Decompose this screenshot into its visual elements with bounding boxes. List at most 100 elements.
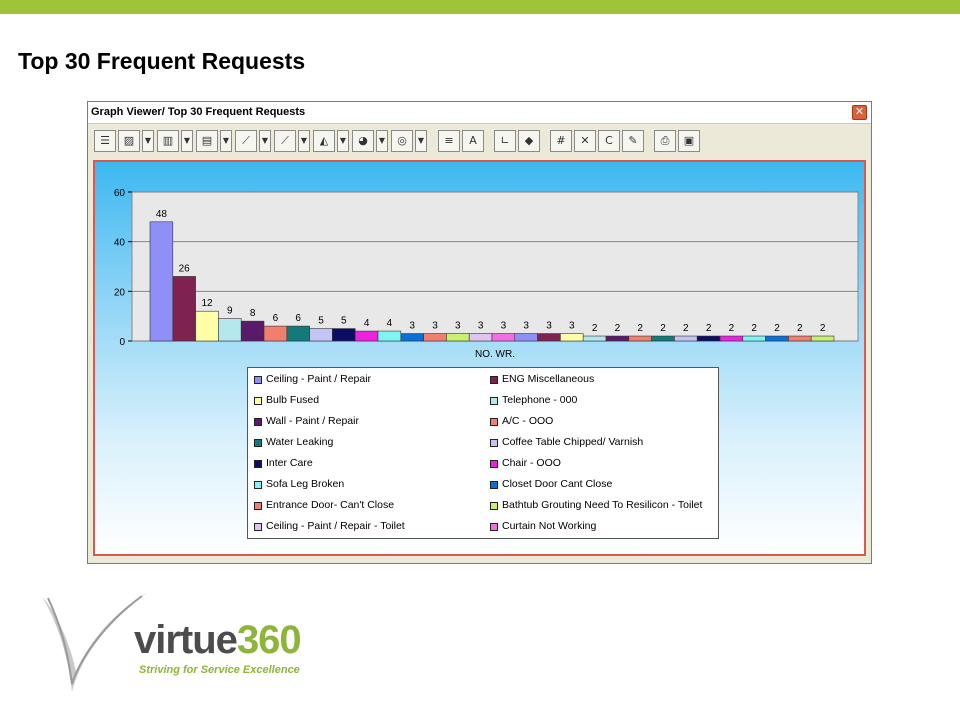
brand-name: virtue360 — [134, 618, 302, 663]
bar — [628, 335, 652, 342]
bar — [468, 333, 493, 342]
bar — [332, 328, 356, 342]
bar-value-label: 2 — [729, 323, 735, 334]
legend-swatch — [490, 439, 498, 447]
plot-frame: 0 20 40 60 48 26 12 9 8 6 6 5 5 4 4 3 3 3 3 3 3 3 3 2 2 2 2 2 2 2 2 2 2 2… — [93, 160, 866, 556]
bar — [491, 333, 516, 342]
bar — [195, 310, 219, 342]
line-chart-icon[interactable]: ⟋ — [235, 130, 257, 152]
bar-value-label: 2 — [637, 323, 643, 334]
slide-title: Top 30 Frequent Requests — [18, 48, 306, 74]
legend-label: Entrance Door- Can't Close — [266, 499, 395, 511]
legend-swatch — [490, 460, 498, 468]
legend-label: Telephone - 000 — [502, 394, 578, 406]
bar-value-label: 4 — [387, 318, 393, 329]
y-tick-label: 60 — [114, 188, 126, 199]
print-icon[interactable]: ⎙ — [654, 130, 676, 152]
legend-label: Ceiling - Paint / Repair - Toilet — [266, 520, 405, 532]
legend-swatch — [490, 397, 498, 405]
c-icon[interactable]: C — [598, 130, 620, 152]
legend-label: Wall - Paint / Repair — [266, 415, 359, 427]
chart-image-icon[interactable]: ▨ — [118, 130, 140, 152]
chevron-down-icon[interactable]: ▼ — [298, 130, 310, 152]
bar-value-label: 2 — [660, 323, 666, 334]
data-icon[interactable]: ≡ — [438, 130, 460, 152]
area-chart-icon[interactable]: ◭ — [313, 130, 335, 152]
bar — [446, 333, 470, 342]
chevron-down-icon[interactable]: ▼ — [259, 130, 271, 152]
legend-swatch — [254, 439, 262, 447]
legend-swatch — [254, 376, 262, 384]
legend-label: Inter Care — [266, 457, 313, 469]
list-icon[interactable]: ☰ — [94, 130, 116, 152]
tools-icon[interactable]: ✎ — [622, 130, 644, 152]
bar — [423, 333, 447, 342]
close-button[interactable]: ✕ — [852, 105, 867, 120]
bar-value-label: 5 — [341, 316, 347, 327]
save-icon[interactable]: ▣ — [678, 130, 700, 152]
bar-value-label: 3 — [546, 321, 552, 332]
chevron-down-icon[interactable]: ▼ — [181, 130, 193, 152]
chart-legend: Ceiling - Paint / Repair ENG Miscellaneou… — [247, 367, 719, 539]
bar-value-label: 3 — [455, 321, 461, 332]
legend-swatch — [254, 397, 262, 405]
legend-label: Chair - OOO — [502, 457, 561, 469]
chevron-down-icon[interactable]: ▼ — [142, 130, 154, 152]
bar-chart-type-icon[interactable]: ▥ — [157, 130, 179, 152]
legend-label: Bulb Fused — [266, 394, 320, 406]
legend-label: Closet Door Cant Close — [502, 478, 613, 490]
legend-label: A/C - OOO — [502, 415, 554, 427]
bar — [810, 335, 835, 342]
legend-label: Ceiling - Paint / Repair — [266, 373, 372, 385]
bar — [742, 335, 766, 342]
legend-label: Bathtub Grouting Need To Resilicon - Toi… — [502, 499, 703, 511]
legend-swatch — [490, 376, 498, 384]
legend-label: ENG Miscellaneous — [502, 373, 595, 385]
bar-value-label: 12 — [201, 298, 213, 309]
window-title: Graph Viewer/ Top 30 Frequent Requests — [91, 106, 306, 118]
values-icon[interactable]: # — [550, 130, 572, 152]
chevron-down-icon[interactable]: ▼ — [376, 130, 388, 152]
bar — [354, 330, 379, 342]
window-titlebar[interactable]: Graph Viewer/ Top 30 Frequent Requests ✕ — [88, 102, 871, 124]
legend-label: Curtain Not Working — [502, 520, 597, 532]
bar — [309, 328, 333, 342]
top-accent-bar — [0, 0, 960, 14]
donut-chart-icon[interactable]: ◎ — [391, 130, 413, 152]
multi-line-icon[interactable]: ⟋ — [274, 130, 296, 152]
legend-swatch — [490, 481, 498, 489]
close-chart-icon[interactable]: ✕ — [574, 130, 596, 152]
bar — [149, 221, 174, 342]
bar — [263, 325, 288, 342]
bar-value-label: 26 — [179, 263, 191, 274]
bar — [172, 276, 196, 342]
bar-value-label: 6 — [273, 313, 279, 324]
legend-swatch — [254, 523, 262, 531]
bar-value-label: 2 — [615, 323, 621, 334]
bar-value-label: 3 — [501, 321, 507, 332]
bar-value-label: 2 — [751, 323, 757, 334]
legend-label: Water Leaking — [266, 436, 334, 448]
x-axis-label: NO. WR. — [475, 349, 515, 360]
chart-toolbar: ☰ ▨ ▼ ▥ ▼ ▤ ▼ ⟋ ▼ ⟋ ▼ ◭ ▼ ◕ ▼ ◎ ▼ ≡ A ∟ ◆ # ✕ C ✎ ⎙ ▣ — [94, 130, 864, 154]
bar-value-label: 48 — [156, 209, 168, 220]
bar — [218, 318, 242, 342]
legend-swatch — [254, 460, 262, 468]
bar — [537, 333, 561, 342]
pie-chart-icon[interactable]: ◕ — [352, 130, 374, 152]
chevron-down-icon[interactable]: ▼ — [220, 130, 232, 152]
y-tick-label: 20 — [114, 287, 126, 298]
bar — [651, 335, 675, 342]
axis-icon[interactable]: ∟ — [494, 130, 516, 152]
legend-swatch — [490, 502, 498, 510]
chevron-down-icon[interactable]: ▼ — [337, 130, 349, 152]
stacked-bar-icon[interactable]: ▤ — [196, 130, 218, 152]
abc-icon[interactable]: A — [462, 130, 484, 152]
y-tick-label: 40 — [114, 238, 126, 249]
bar — [377, 330, 402, 342]
bar — [605, 335, 630, 342]
bar-value-label: 5 — [318, 316, 324, 327]
bar — [582, 335, 607, 342]
chevron-down-icon[interactable]: ▼ — [415, 130, 427, 152]
3d-icon[interactable]: ◆ — [518, 130, 540, 152]
